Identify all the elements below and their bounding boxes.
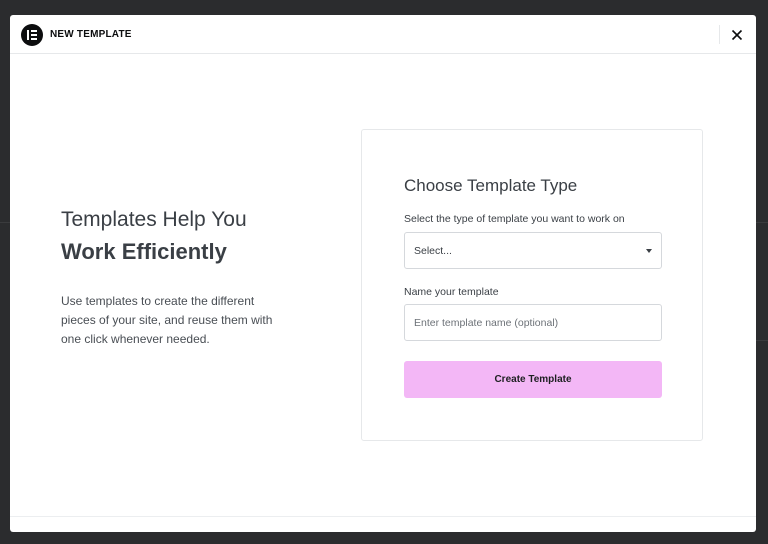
template-type-select-value: Select... (414, 245, 452, 257)
intro-heading: Templates Help You (61, 208, 247, 231)
template-name-input[interactable] (404, 304, 662, 341)
close-button[interactable] (727, 25, 747, 45)
template-type-select[interactable]: Select... (404, 232, 662, 269)
new-template-dialog: NEW TEMPLATE Templates Help You Work Eff… (10, 15, 756, 532)
backdrop-line (756, 340, 768, 341)
template-name-label: Name your template (404, 286, 499, 298)
dialog-footer-divider (10, 516, 756, 517)
elementor-logo-icon (21, 24, 43, 46)
dialog-title: NEW TEMPLATE (50, 29, 132, 40)
header-divider (719, 25, 720, 44)
intro-description: Use templates to create the different pi… (61, 294, 273, 346)
dialog-header: NEW TEMPLATE (10, 15, 756, 54)
create-template-button[interactable]: Create Template (404, 361, 662, 398)
backdrop-line (756, 222, 768, 223)
form-title: Choose Template Type (404, 176, 578, 195)
intro-heading-strong: Work Efficiently (61, 239, 227, 264)
template-type-label: Select the type of template you want to … (404, 213, 625, 225)
close-icon (731, 29, 743, 41)
backdrop-line (0, 222, 10, 223)
caret-down-icon (646, 249, 652, 253)
template-form-card: Choose Template Type Select the type of … (361, 129, 703, 441)
